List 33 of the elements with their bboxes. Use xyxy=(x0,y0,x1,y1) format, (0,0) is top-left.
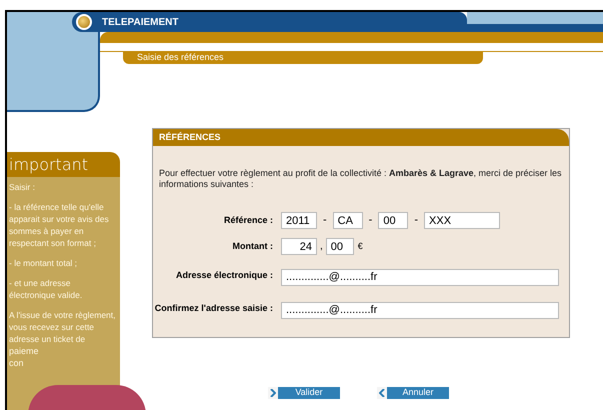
field-label: Confirmez l'adresse saisie : xyxy=(154,302,274,316)
text-field[interactable]: CA xyxy=(332,212,363,229)
sidebar-text: con xyxy=(9,357,25,369)
separator: - xyxy=(322,213,328,228)
chevron-left-icon xyxy=(377,387,387,399)
text-field[interactable]: 2011 xyxy=(281,212,317,229)
currency: € xyxy=(356,240,363,253)
sidebar-text: - la référence telle qu'elle apparait sur votre avis des sommes à payer en respectant son format ; xyxy=(9,201,110,249)
app-title: TELEPAIEMENT xyxy=(102,16,178,30)
text-field[interactable]: 24 xyxy=(281,238,317,255)
field-label: Adresse électronique : xyxy=(174,269,274,282)
field-label: Référence : xyxy=(222,214,274,227)
sidebar-title: important xyxy=(9,154,88,176)
text-field[interactable]: 00 xyxy=(378,212,408,229)
text-field[interactable]: ..............@..........fr xyxy=(281,268,559,286)
cancel-button[interactable]: Annuler xyxy=(377,387,449,399)
sidebar-text: - le montant total ; xyxy=(9,257,78,269)
intro-text: Pour effectuer votre règlement au profit de la collectivité : Ambarès & Lagrave, merci de préciser les informations suivantes : xyxy=(158,168,563,190)
subtitle: Saisie des références xyxy=(137,51,224,64)
sidebar-text: - et une adresse électronique valide. xyxy=(9,277,84,301)
submit-button[interactable]: Valider xyxy=(268,387,340,399)
separator: - xyxy=(413,213,420,228)
panel-title: RÉFÉRENCES xyxy=(159,130,221,144)
text-field[interactable]: XXX xyxy=(424,212,500,229)
decimal-separator: , xyxy=(319,240,324,254)
chevron-right-icon xyxy=(268,387,278,399)
text-field[interactable]: 00 xyxy=(326,238,354,255)
sidebar-text: Saisir : xyxy=(9,181,36,193)
field-label: Montant : xyxy=(232,240,274,253)
sidebar-text: paieme xyxy=(9,345,40,357)
sidebar-text: A l'issue de votre règlement, vous recevez sur cette adresse un ticket de xyxy=(9,309,117,345)
separator: - xyxy=(368,213,374,228)
text-field[interactable]: ..............@..........fr xyxy=(281,302,559,318)
